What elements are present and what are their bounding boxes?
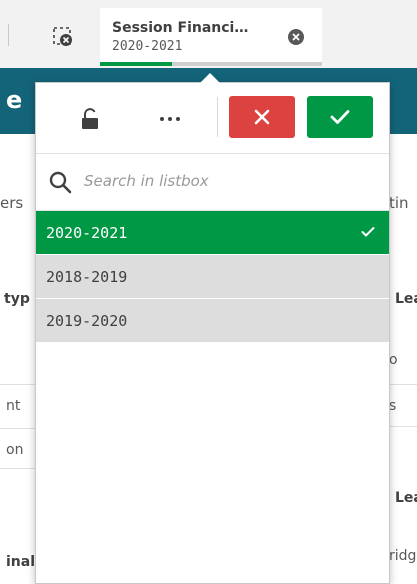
background-text: nt bbox=[6, 398, 21, 414]
table-row-divider bbox=[389, 426, 417, 427]
more-options-button[interactable] bbox=[154, 105, 186, 133]
background-text: on bbox=[6, 442, 24, 458]
table-row-divider bbox=[389, 384, 417, 385]
listbox-values: 2020-2021 2018-2019 2019-2020 bbox=[36, 211, 389, 343]
background-text: Lea bbox=[395, 490, 417, 506]
more-horizontal-icon bbox=[160, 117, 180, 121]
chip-remove-button[interactable] bbox=[286, 27, 306, 47]
lock-selections-button[interactable] bbox=[76, 105, 104, 133]
selection-state-bar bbox=[100, 62, 172, 66]
sheet-title-fragment: e bbox=[6, 86, 23, 114]
list-item-label: 2018-2019 bbox=[46, 267, 128, 286]
table-row-divider bbox=[0, 468, 35, 469]
listbox-toolbar bbox=[36, 83, 389, 154]
background-text: o bbox=[389, 352, 398, 368]
clear-selections-button[interactable] bbox=[50, 24, 78, 50]
clear-selections-icon bbox=[53, 27, 72, 46]
search-input[interactable] bbox=[84, 168, 374, 194]
listbox-search bbox=[36, 154, 389, 211]
selection-chip[interactable]: Session Financi… 2020-2021 bbox=[100, 8, 322, 66]
table-row-divider bbox=[0, 428, 35, 429]
list-item-label: 2020-2021 bbox=[46, 223, 128, 242]
popover-arrow bbox=[200, 73, 220, 83]
confirm-selection-button[interactable] bbox=[307, 96, 373, 138]
list-item[interactable]: 2019-2020 bbox=[36, 299, 389, 343]
close-circle-icon bbox=[288, 29, 304, 45]
background-text: ers bbox=[0, 194, 24, 212]
toolbar-divider bbox=[8, 24, 9, 46]
cancel-selection-button[interactable] bbox=[229, 96, 295, 138]
table-row-divider bbox=[0, 384, 35, 385]
background-text: typ bbox=[4, 291, 30, 307]
listbox-popover: 2020-2021 2018-2019 2019-2020 bbox=[35, 82, 390, 584]
background-text: Lea bbox=[395, 291, 417, 307]
unlock-icon bbox=[82, 108, 98, 129]
list-item[interactable]: 2020-2021 bbox=[36, 211, 389, 255]
search-icon bbox=[49, 171, 72, 194]
chip-value: 2020-2021 bbox=[112, 39, 183, 54]
background-text: s bbox=[389, 398, 397, 414]
selection-state-bar-remaining bbox=[172, 62, 322, 66]
list-item[interactable]: 2018-2019 bbox=[36, 255, 389, 299]
background-text: inal bbox=[6, 554, 36, 570]
list-item-label: 2019-2020 bbox=[46, 311, 128, 330]
toolbar-divider bbox=[217, 97, 218, 137]
check-icon bbox=[330, 110, 350, 124]
chip-title: Session Financi… bbox=[112, 20, 249, 36]
close-icon bbox=[254, 109, 270, 125]
background-text: ridg bbox=[389, 548, 417, 564]
check-icon bbox=[361, 227, 375, 237]
background-text: tin bbox=[389, 194, 409, 212]
selections-bar: Session Financi… 2020-2021 bbox=[0, 0, 417, 69]
